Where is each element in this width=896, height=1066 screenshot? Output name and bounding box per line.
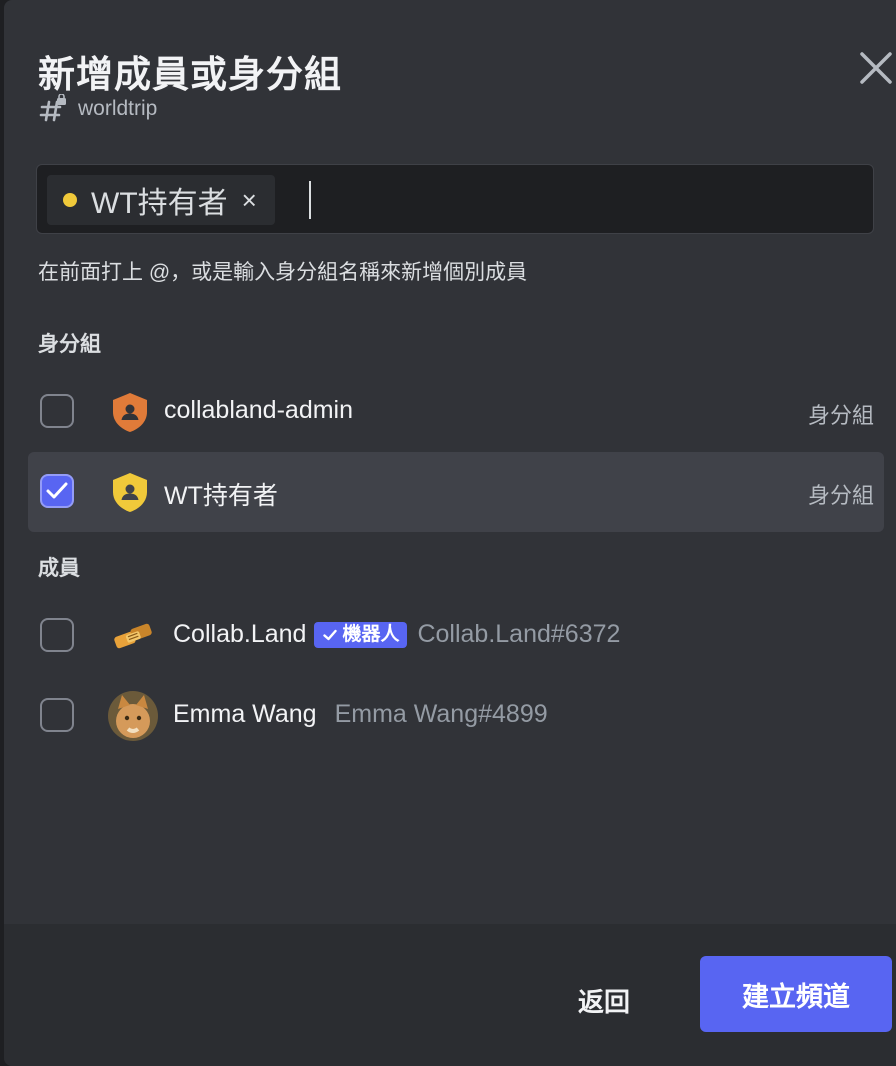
close-icon	[860, 52, 892, 84]
role-row-wt-holder[interactable]: WT持有者 身分組	[28, 452, 884, 532]
roles-section-label: 身分組	[38, 333, 101, 356]
role-type-label: 身分組	[807, 403, 874, 428]
input-hint: 在前面打上 @，或是輸入身分組名稱來新增個別成員	[38, 261, 528, 284]
chip-label: WT持有者	[91, 187, 228, 220]
selected-role-chip: WT持有者 ×	[47, 175, 275, 225]
add-members-modal: 新增成員或身分組 worldtrip WT持有者 × 在前面打上 @，或是輸入身…	[4, 0, 896, 1066]
modal-title: 新增成員或身分組	[38, 54, 342, 95]
member-name: Emma Wang	[173, 700, 317, 728]
member-name: Collab.Land	[173, 620, 307, 648]
member-info: Collab.Land 機器人 Collab.Land#6372	[173, 620, 620, 649]
role-name: collabland-admin	[164, 396, 354, 424]
text-caret	[309, 181, 311, 219]
member-row-emma-wang[interactable]: Emma Wang Emma Wang#4899	[28, 676, 884, 756]
user-avatar	[108, 691, 158, 741]
role-checkbox-checked[interactable]	[40, 474, 74, 508]
chip-remove-button[interactable]: ×	[242, 185, 257, 216]
verified-check-icon	[323, 629, 338, 640]
member-checkbox[interactable]	[40, 618, 74, 652]
member-info: Emma Wang Emma Wang#4899	[173, 700, 548, 729]
role-shield-icon	[113, 393, 147, 432]
role-color-dot	[63, 193, 77, 207]
role-checkbox[interactable]	[40, 394, 74, 428]
close-button[interactable]	[856, 48, 896, 88]
modal-footer: 返回 建立頻道	[4, 924, 896, 1066]
bot-badge-label: 機器人	[342, 623, 400, 645]
member-tag: Emma Wang#4899	[334, 700, 548, 728]
bot-badge: 機器人	[314, 621, 408, 648]
role-type-label: 身分組	[807, 483, 874, 508]
member-checkbox[interactable]	[40, 698, 74, 732]
hashtag-lock-icon	[39, 94, 66, 122]
channel-subtitle: worldtrip	[38, 94, 157, 124]
member-search-input[interactable]: WT持有者 ×	[36, 164, 874, 234]
member-tag: Collab.Land#6372	[417, 620, 621, 648]
check-icon	[46, 482, 68, 499]
role-shield-icon	[113, 473, 147, 512]
role-name: WT持有者	[164, 482, 278, 510]
member-row-collab-land[interactable]: Collab.Land 機器人 Collab.Land#6372	[28, 596, 884, 676]
collab-land-avatar	[114, 623, 152, 649]
channel-name: worldtrip	[78, 97, 158, 120]
create-channel-button[interactable]: 建立頻道	[700, 956, 892, 1032]
members-section-label: 成員	[38, 557, 80, 580]
role-row-collabland-admin[interactable]: collabland-admin 身分組	[28, 372, 884, 452]
back-button[interactable]: 返回	[564, 976, 644, 1025]
